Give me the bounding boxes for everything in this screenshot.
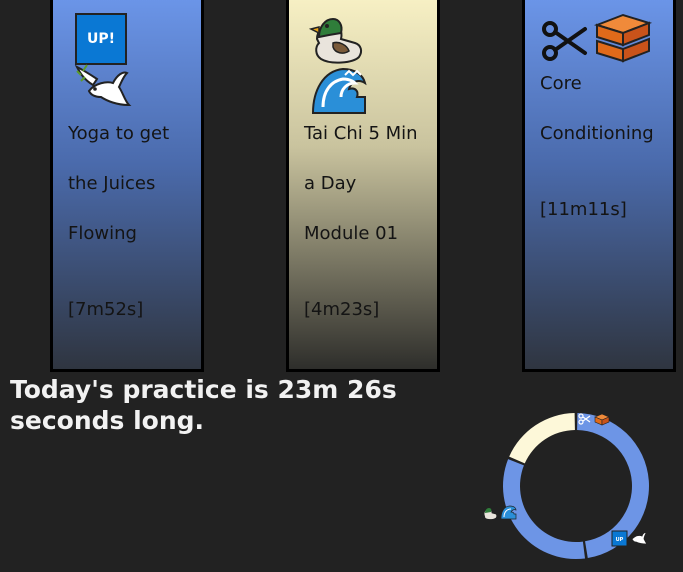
card-duration: [11m11s] [540, 199, 627, 220]
practice-summary: Today's practice is 23m 26s seconds long… [10, 374, 470, 436]
practice-donut-chart: UP [483, 413, 649, 559]
duck-icon [483, 508, 498, 520]
summary-line: seconds long. [10, 406, 205, 435]
summary-line: Today's practice is 23m 26s [10, 375, 397, 404]
card-title-line: Tai Chi 5 Min [304, 123, 418, 144]
card-title: Tai Chi 5 Min a Day Module 01 [304, 109, 418, 259]
dove-icon [631, 532, 648, 545]
donut-slice-tai-chi [509, 413, 575, 464]
practice-card-tai-chi[interactable]: Tai Chi 5 Min a Day Module 01 [4m23s] [286, 0, 440, 372]
wave-icon [500, 505, 517, 520]
brick-icon [593, 13, 653, 63]
card-title-line: Yoga to get [68, 123, 170, 144]
scissors-icon [542, 21, 587, 61]
dove-icon [74, 64, 132, 107]
up-badge-icon: UP [611, 530, 628, 547]
card-duration: [7m52s] [68, 299, 144, 320]
practice-card-core[interactable]: Core Conditioning [11m11s] [522, 0, 676, 372]
duck-icon [309, 17, 363, 64]
card-duration: [4m23s] [304, 299, 380, 320]
card-title-line: a Day [304, 173, 357, 194]
card-title-line: Module 01 [304, 223, 399, 244]
up-badge-icon: UP! [75, 13, 127, 65]
card-title-line: Core [540, 73, 582, 94]
card-title-line: the Juices [68, 173, 156, 194]
card-title-line: Flowing [68, 223, 137, 244]
svg-text:UP: UP [616, 537, 624, 543]
practice-card-yoga[interactable]: UP! Yoga to get the Juices Flowing [7m52… [50, 0, 204, 372]
card-title: Core Conditioning [540, 59, 654, 159]
card-title-line: Conditioning [540, 123, 654, 144]
card-title: Yoga to get the Juices Flowing [68, 109, 169, 259]
